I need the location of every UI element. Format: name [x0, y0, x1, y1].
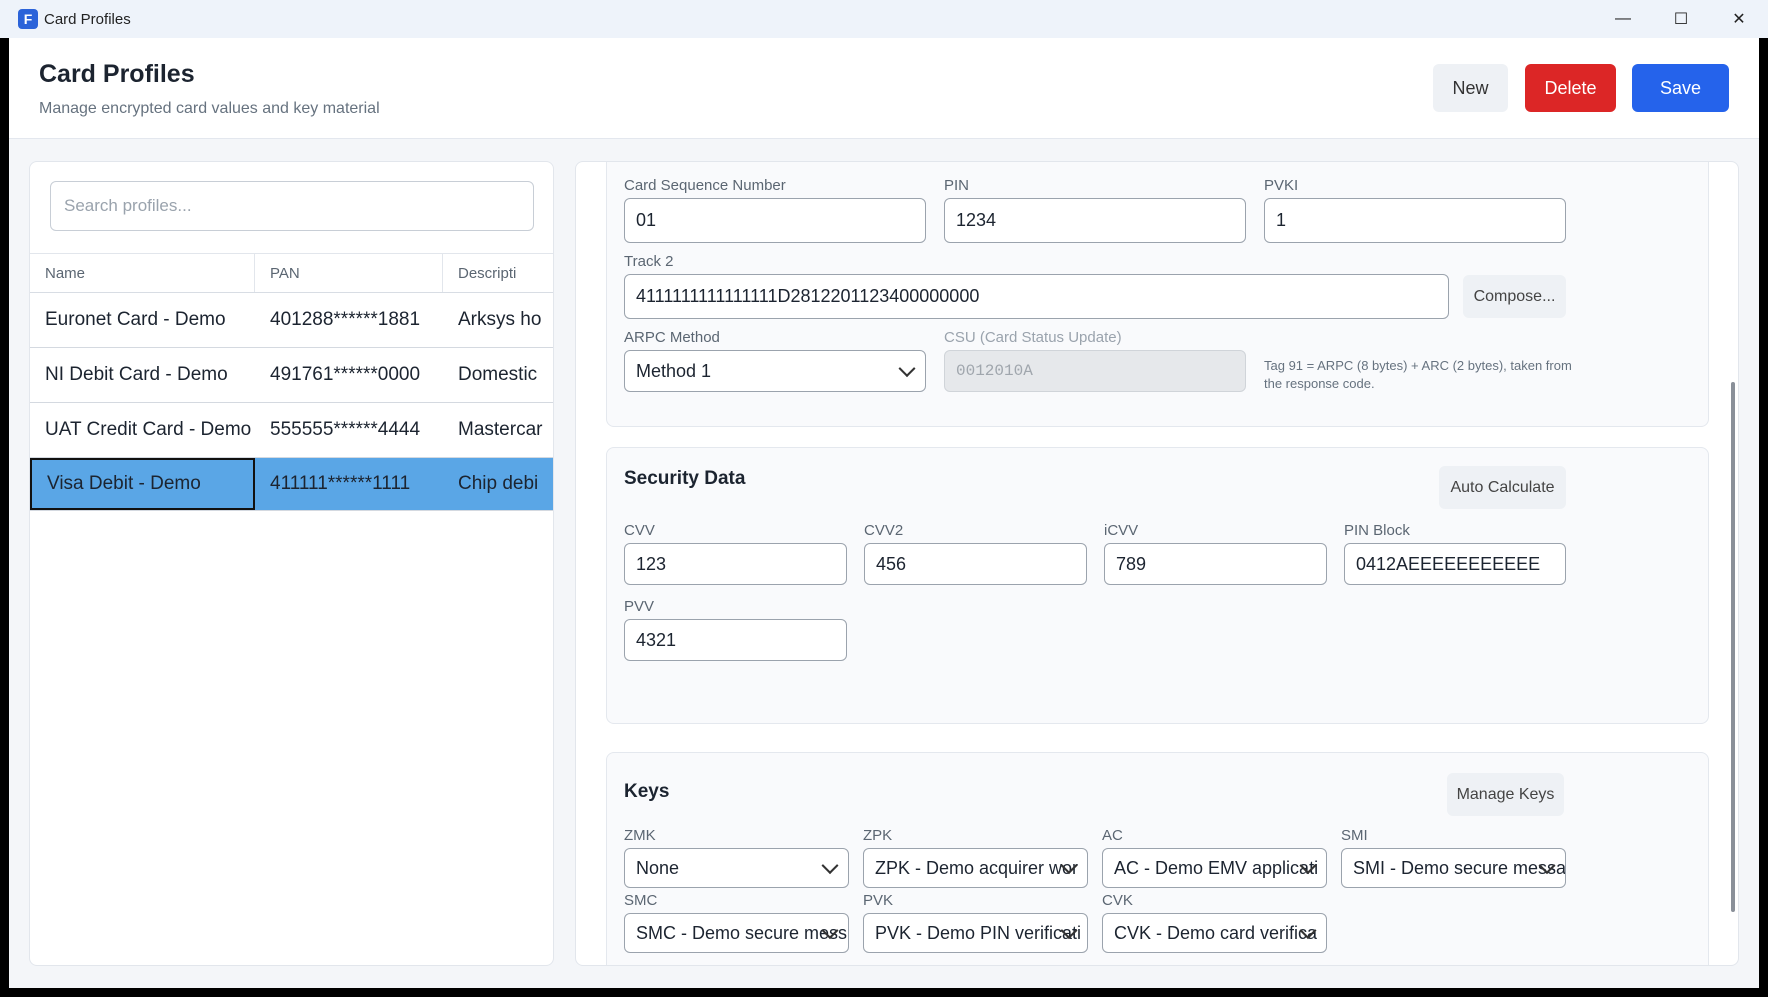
zmk-label: ZMK	[624, 827, 656, 844]
arpc-method-select[interactable]: Method 1	[624, 350, 926, 392]
cell-pan: 555555******4444	[270, 419, 421, 440]
cvk-select[interactable]: CVK - Demo card verifica	[1102, 913, 1327, 953]
icvv-field[interactable]: 789	[1104, 543, 1327, 585]
arpc-method-value: Method 1	[636, 360, 712, 381]
security-title: Security Data	[624, 468, 746, 489]
column-header-description[interactable]: Descripti	[443, 254, 553, 292]
pvki-field[interactable]: 1	[1264, 198, 1566, 243]
pvk-label: PVK	[863, 892, 894, 909]
pvk-value: PVK - Demo PIN verificati	[875, 922, 1082, 943]
cell-description: Domestic	[458, 364, 538, 385]
cvv2-field[interactable]: 456	[864, 543, 1087, 585]
window-controls: — ☐ ✕	[1594, 0, 1768, 38]
table-header: Name PAN Descripti	[30, 253, 553, 293]
title-bar: F Card Profiles — ☐ ✕	[0, 0, 1768, 38]
main-content: Card Profiles Manage encrypted card valu…	[9, 38, 1759, 988]
compose-button[interactable]: Compose...	[1463, 275, 1566, 318]
pin-label: PIN	[944, 177, 970, 194]
csn-label: Card Sequence Number	[624, 177, 786, 194]
chevron-down-icon	[821, 857, 839, 875]
manage-keys-button[interactable]: Manage Keys	[1447, 773, 1564, 816]
table-row[interactable]: Euronet Card - Demo 401288******1881 Ark…	[30, 293, 553, 348]
zmk-select[interactable]: None	[624, 848, 849, 888]
csu-field: 0012010A	[944, 350, 1246, 392]
csu-label: CSU (Card Status Update)	[944, 329, 1122, 346]
app-logo-icon: F	[18, 9, 38, 29]
pvki-label: PVKI	[1264, 177, 1299, 194]
pvv-label: PVV	[624, 598, 655, 615]
page-header: Card Profiles Manage encrypted card valu…	[9, 38, 1759, 139]
cell-name: NI Debit Card - Demo	[45, 364, 228, 385]
cell-description: Mastercar	[458, 419, 543, 440]
track2-label: Track 2	[624, 253, 674, 270]
arpc-method-label: ARPC Method	[624, 329, 720, 346]
app-window: F Card Profiles — ☐ ✕ Card Profiles Mana…	[0, 0, 1768, 997]
table-row-selected[interactable]: Visa Debit - Demo 411111******1111 Chip …	[30, 458, 553, 511]
chevron-down-icon	[898, 360, 916, 378]
cell-description: Chip debi	[458, 473, 539, 494]
profiles-table: Name PAN Descripti Euronet Card - Demo 4…	[30, 253, 553, 511]
cell-pan: 401288******1881	[270, 309, 421, 330]
search-input[interactable]	[50, 181, 534, 231]
keys-section: Keys Manage Keys ZMK None ZPK ZPK - Demo…	[606, 752, 1709, 965]
cell-name: Visa Debit - Demo	[30, 458, 255, 510]
cell-pan: 411111******1111	[270, 473, 411, 494]
ac-value: AC - Demo EMV applicati	[1114, 857, 1319, 878]
tag91-note: Tag 91 = ARPC (8 bytes) + ARC (2 bytes),…	[1264, 358, 1572, 391]
ac-select[interactable]: AC - Demo EMV applicati	[1102, 848, 1327, 888]
profile-editor-panel: Card Sequence Number 01 PIN 1234 PVKI 1 …	[575, 161, 1739, 966]
zpk-value: ZPK - Demo acquirer wor	[875, 857, 1079, 878]
zpk-label: ZPK	[863, 827, 893, 844]
smi-value: SMI - Demo secure messa	[1353, 857, 1566, 878]
track2-field[interactable]: 4111111111111111D2812201123400000000	[624, 274, 1449, 319]
smc-select[interactable]: SMC - Demo secure mess	[624, 913, 849, 953]
cell-name: UAT Credit Card - Demo	[45, 419, 252, 440]
cell-description: Arksys ho	[458, 309, 542, 330]
new-button[interactable]: New	[1433, 64, 1508, 112]
keys-title: Keys	[624, 781, 670, 802]
security-data-section: Security Data Auto Calculate CVV 123 CVV…	[606, 447, 1709, 724]
table-row[interactable]: NI Debit Card - Demo 491761******0000 Do…	[30, 348, 553, 403]
editor-scrollbar[interactable]	[1731, 382, 1735, 912]
column-header-name[interactable]: Name	[30, 254, 255, 292]
pin-block-field[interactable]: 0412AEEEEEEEEEEE	[1344, 543, 1566, 585]
cvk-value: CVK - Demo card verifica	[1114, 922, 1318, 943]
minimize-icon[interactable]: —	[1594, 0, 1652, 38]
zmk-value: None	[636, 857, 680, 878]
table-row[interactable]: UAT Credit Card - Demo 555555******4444 …	[30, 403, 553, 458]
page-title: Card Profiles	[39, 60, 195, 88]
pin-field[interactable]: 1234	[944, 198, 1246, 243]
cell-pan: 491761******0000	[270, 364, 421, 385]
zpk-select[interactable]: ZPK - Demo acquirer wor	[863, 848, 1088, 888]
auto-calculate-button[interactable]: Auto Calculate	[1439, 466, 1566, 509]
card-data-section: Card Sequence Number 01 PIN 1234 PVKI 1 …	[606, 162, 1709, 427]
icvv-label: iCVV	[1104, 522, 1139, 539]
profiles-list-panel: Name PAN Descripti Euronet Card - Demo 4…	[29, 161, 554, 966]
cvk-label: CVK	[1102, 892, 1133, 909]
smi-label: SMI	[1341, 827, 1368, 844]
column-header-pan[interactable]: PAN	[255, 254, 443, 292]
cell-name: Euronet Card - Demo	[45, 309, 226, 330]
ac-label: AC	[1102, 827, 1123, 844]
maximize-icon[interactable]: ☐	[1652, 0, 1710, 38]
csn-field[interactable]: 01	[624, 198, 926, 243]
cvv2-label: CVV2	[864, 522, 904, 539]
save-button[interactable]: Save	[1632, 64, 1729, 112]
pin-block-label: PIN Block	[1344, 522, 1410, 539]
pvv-field[interactable]: 4321	[624, 619, 847, 661]
close-icon[interactable]: ✕	[1710, 0, 1768, 38]
cvv-label: CVV	[624, 522, 655, 539]
smi-select[interactable]: SMI - Demo secure messa	[1341, 848, 1566, 888]
window-title: Card Profiles	[44, 10, 131, 28]
smc-value: SMC - Demo secure mess	[636, 922, 848, 943]
pvk-select[interactable]: PVK - Demo PIN verificati	[863, 913, 1088, 953]
smc-label: SMC	[624, 892, 658, 909]
page-subtitle: Manage encrypted card values and key mat…	[39, 100, 380, 117]
delete-button[interactable]: Delete	[1525, 64, 1616, 112]
cvv-field[interactable]: 123	[624, 543, 847, 585]
